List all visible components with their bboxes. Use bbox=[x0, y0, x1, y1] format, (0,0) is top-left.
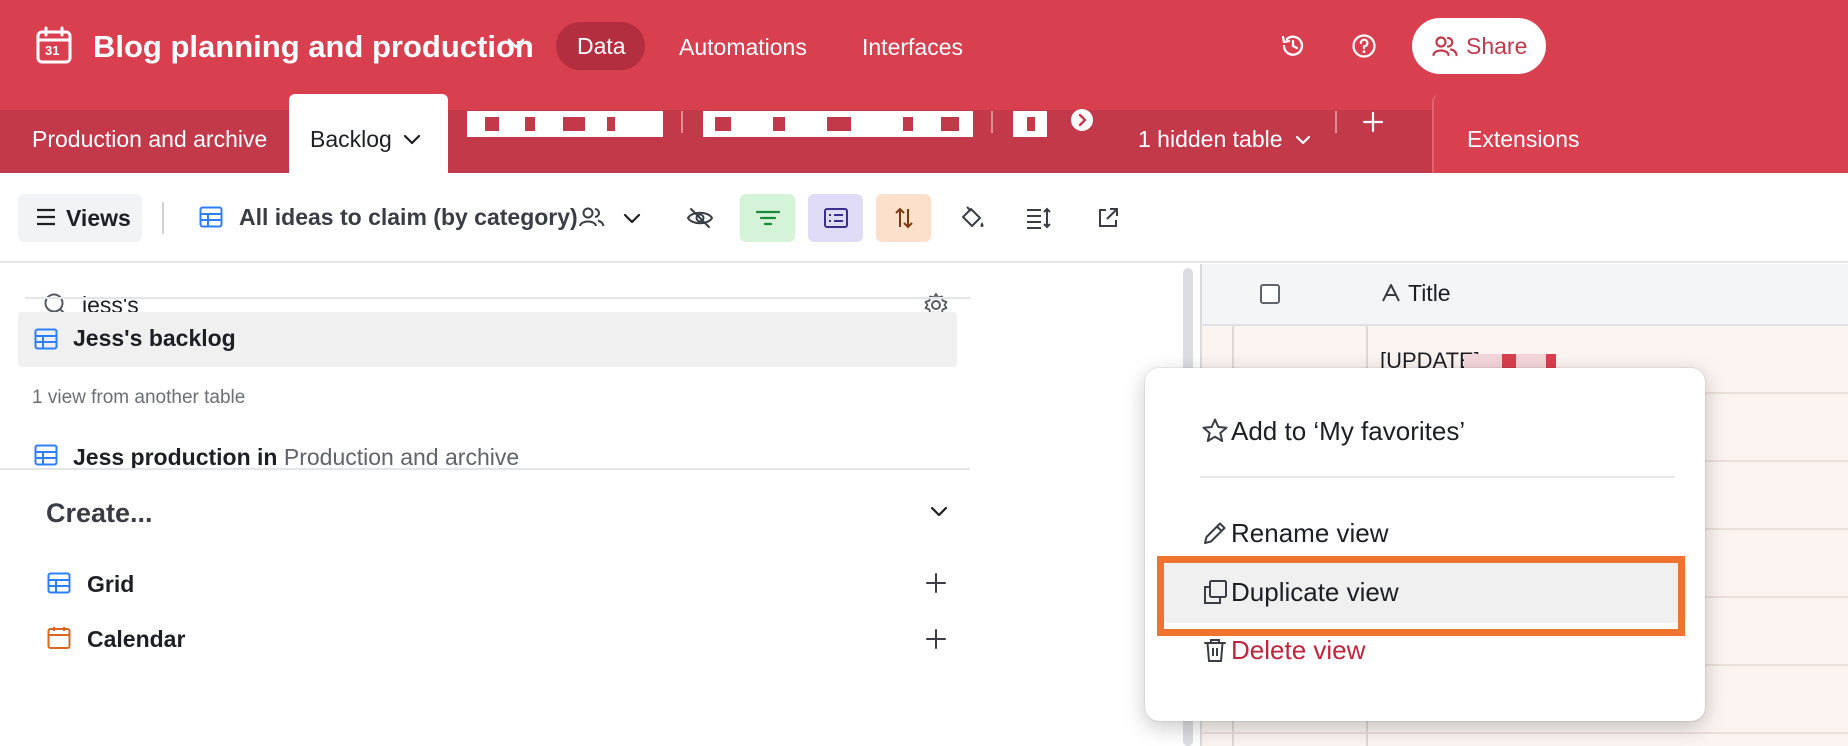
grid-view-icon bbox=[47, 572, 71, 594]
view-toolbar: Views All ideas to claim (by category) bbox=[0, 173, 1848, 263]
extensions-tab[interactable]: Extensions bbox=[1432, 94, 1848, 173]
tab-divider bbox=[991, 111, 993, 133]
table-tabs-bar: Production and archive Backlog 1 hidden … bbox=[0, 94, 1848, 173]
menu-label: Rename view bbox=[1231, 518, 1389, 548]
tab-divider bbox=[1335, 111, 1337, 133]
hidden-tables-button[interactable]: 1 hidden table bbox=[1138, 126, 1283, 153]
view-name: Jess's backlog bbox=[73, 325, 236, 351]
create-calendar-item[interactable]: Calendar bbox=[18, 618, 957, 662]
grid-header: Title bbox=[1202, 264, 1848, 326]
other-view-table: Production and archive bbox=[283, 444, 520, 470]
row-height-button[interactable] bbox=[1024, 194, 1054, 242]
view-list-item-selected[interactable]: Jess's backlog bbox=[18, 312, 957, 367]
eye-off-icon bbox=[686, 208, 714, 228]
plus-icon[interactable] bbox=[925, 572, 947, 594]
chevron-down-icon[interactable] bbox=[1295, 135, 1311, 146]
extensions-label: Extensions bbox=[1467, 126, 1580, 152]
redacted-tab[interactable] bbox=[1013, 111, 1047, 137]
create-grid-label: Grid bbox=[87, 571, 135, 597]
redacted-tab[interactable] bbox=[703, 111, 973, 137]
star-icon bbox=[1201, 417, 1229, 445]
sort-icon bbox=[894, 207, 913, 229]
menu-label: Add to ‘My favorites’ bbox=[1231, 416, 1466, 446]
chevron-right-icon bbox=[1078, 113, 1087, 127]
share-label: Share bbox=[1466, 33, 1528, 59]
section-divider bbox=[0, 468, 970, 470]
sort-button[interactable] bbox=[876, 194, 931, 242]
base-name[interactable]: Blog planning and production bbox=[93, 29, 534, 65]
views-sidebar: Jess's backlog 1 view from another table… bbox=[0, 264, 1200, 746]
toolbar-divider bbox=[162, 202, 164, 234]
trash-icon bbox=[1201, 636, 1229, 664]
collaborative-view-icon bbox=[578, 206, 606, 228]
plus-icon[interactable] bbox=[925, 628, 947, 650]
calendar-icon bbox=[47, 626, 71, 650]
base-icon-calendar[interactable]: 31 bbox=[36, 26, 72, 64]
other-view-name: Jess production in bbox=[73, 444, 278, 470]
view-context-menu: Add to ‘My favorites’ Rename view Duplic… bbox=[1145, 368, 1705, 721]
group-button[interactable] bbox=[808, 194, 863, 242]
menu-divider bbox=[1200, 476, 1675, 478]
filter-icon bbox=[755, 210, 780, 226]
text-field-icon bbox=[1380, 282, 1402, 304]
scroll-tabs-right-button[interactable] bbox=[1071, 109, 1093, 131]
chevron-down-icon[interactable] bbox=[403, 134, 421, 146]
people-icon bbox=[1432, 35, 1458, 57]
grid-view-icon bbox=[34, 328, 58, 350]
menu-item-add-favorites[interactable]: Add to ‘My favorites’ bbox=[1163, 402, 1687, 462]
tab-production-and-archive[interactable]: Production and archive bbox=[32, 126, 267, 153]
hide-fields-button[interactable] bbox=[680, 194, 720, 242]
help-icon[interactable] bbox=[1351, 33, 1377, 59]
create-calendar-label: Calendar bbox=[87, 626, 186, 652]
chevron-down-icon[interactable] bbox=[930, 506, 948, 518]
add-table-icon[interactable] bbox=[1362, 111, 1384, 133]
menu-label: Delete view bbox=[1231, 635, 1366, 665]
nav-data-button[interactable]: Data bbox=[556, 22, 645, 70]
paint-bucket-icon bbox=[962, 206, 984, 227]
tab-divider bbox=[681, 111, 683, 133]
other-table-caption: 1 view from another table bbox=[32, 387, 246, 408]
nav-data-label: Data bbox=[577, 33, 626, 59]
grid-view-icon bbox=[34, 444, 58, 466]
nav-interfaces[interactable]: Interfaces bbox=[862, 34, 963, 61]
redacted-tab[interactable] bbox=[467, 111, 663, 137]
pencil-icon bbox=[1201, 519, 1229, 547]
select-all-checkbox[interactable] bbox=[1260, 284, 1280, 304]
external-link-icon bbox=[1099, 208, 1118, 227]
hamburger-icon bbox=[36, 208, 56, 226]
create-grid-item[interactable]: Grid bbox=[18, 564, 957, 608]
annotation-highlight-box bbox=[1157, 556, 1685, 636]
views-button[interactable]: Views bbox=[18, 194, 142, 242]
calendar-day-number: 31 bbox=[45, 43, 60, 58]
history-icon[interactable] bbox=[1280, 33, 1306, 59]
tab-backlog[interactable]: Backlog bbox=[289, 94, 448, 173]
search-divider bbox=[25, 297, 971, 299]
create-heading[interactable]: Create... bbox=[46, 498, 153, 529]
share-button[interactable]: Share bbox=[1412, 18, 1546, 74]
row-height-icon bbox=[1027, 207, 1051, 229]
title-column-header[interactable]: Title bbox=[1408, 280, 1451, 307]
nav-automations[interactable]: Automations bbox=[679, 34, 807, 61]
group-icon bbox=[823, 208, 848, 228]
chevron-down-icon[interactable] bbox=[623, 213, 641, 225]
tab-backlog-label: Backlog bbox=[310, 126, 392, 152]
current-view-name[interactable]: All ideas to claim (by category) bbox=[239, 204, 578, 231]
grid-view-icon bbox=[199, 206, 223, 228]
chevron-down-icon[interactable] bbox=[507, 38, 525, 50]
color-button[interactable] bbox=[955, 194, 989, 242]
share-view-button[interactable] bbox=[1094, 194, 1122, 242]
menu-item-rename-view[interactable]: Rename view bbox=[1163, 504, 1687, 564]
filter-button[interactable] bbox=[740, 194, 795, 242]
views-label: Views bbox=[66, 205, 131, 231]
